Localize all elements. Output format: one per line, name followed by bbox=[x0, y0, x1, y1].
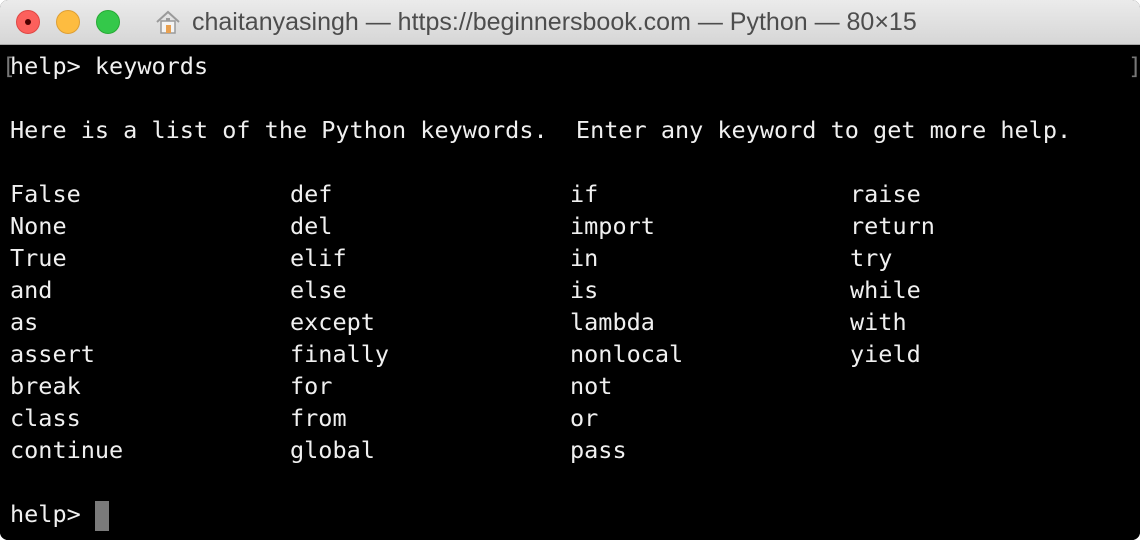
command-text: keywords bbox=[94, 52, 209, 80]
keyword-item: while bbox=[850, 276, 921, 304]
keyword-item: assert bbox=[10, 340, 95, 368]
keyword-item: nonlocal bbox=[570, 340, 684, 368]
keyword-item: class bbox=[10, 404, 81, 432]
keyword-item: else bbox=[290, 276, 347, 304]
keyword-item: del bbox=[290, 212, 333, 240]
keyword-item: pass bbox=[570, 436, 627, 464]
zoom-button[interactable] bbox=[96, 10, 120, 34]
keyword-item: raise bbox=[850, 180, 921, 208]
keyword-item: not bbox=[570, 372, 613, 400]
keyword-item: lambda bbox=[570, 308, 655, 336]
intro-text: Here is a list of the Python keywords. E… bbox=[10, 116, 1072, 144]
keyword-item: global bbox=[290, 436, 375, 464]
keyword-item: from bbox=[290, 404, 347, 432]
keyword-item: is bbox=[570, 276, 599, 304]
keyword-item: True bbox=[10, 244, 67, 272]
keyword-item: break bbox=[10, 372, 81, 400]
keyword-item: finally bbox=[290, 340, 390, 368]
keyword-item: or bbox=[570, 404, 599, 432]
keyword-item: yield bbox=[850, 340, 921, 368]
command-line: help> keywords bbox=[10, 50, 208, 82]
title-bar[interactable]: chaitanyasingh — https://beginnersbook.c… bbox=[0, 0, 1140, 45]
terminal-window: chaitanyasingh — https://beginnersbook.c… bbox=[0, 0, 1140, 540]
keyword-item: as bbox=[10, 308, 39, 336]
keyword-item: def bbox=[290, 180, 333, 208]
keyword-item: import bbox=[570, 212, 655, 240]
keyword-item: return bbox=[850, 212, 935, 240]
prompt: help> bbox=[10, 52, 81, 80]
keyword-item: and bbox=[10, 276, 53, 304]
keyword-item: False bbox=[10, 180, 81, 208]
final-prompt-line: help> bbox=[10, 498, 109, 531]
window-title-text: chaitanyasingh — https://beginnersbook.c… bbox=[192, 7, 917, 36]
scroll-mark-right: ] bbox=[1128, 51, 1140, 83]
keyword-item: try bbox=[850, 244, 893, 272]
terminal-output[interactable]: [ ] help> keywords Here is a list of the… bbox=[0, 45, 1140, 540]
keyword-item: for bbox=[290, 372, 333, 400]
home-icon bbox=[156, 10, 180, 34]
keyword-item: continue bbox=[10, 436, 124, 464]
minimize-button[interactable] bbox=[56, 10, 80, 34]
prompt: help> bbox=[10, 500, 81, 528]
keyword-item: except bbox=[290, 308, 375, 336]
keyword-item: in bbox=[570, 244, 599, 272]
close-button[interactable] bbox=[16, 10, 40, 34]
keyword-item: if bbox=[570, 180, 599, 208]
keyword-item: with bbox=[850, 308, 907, 336]
window-title: chaitanyasingh — https://beginnersbook.c… bbox=[154, 7, 917, 37]
keyword-item: elif bbox=[290, 244, 347, 272]
keyword-item: None bbox=[10, 212, 67, 240]
text-cursor bbox=[94, 500, 109, 531]
